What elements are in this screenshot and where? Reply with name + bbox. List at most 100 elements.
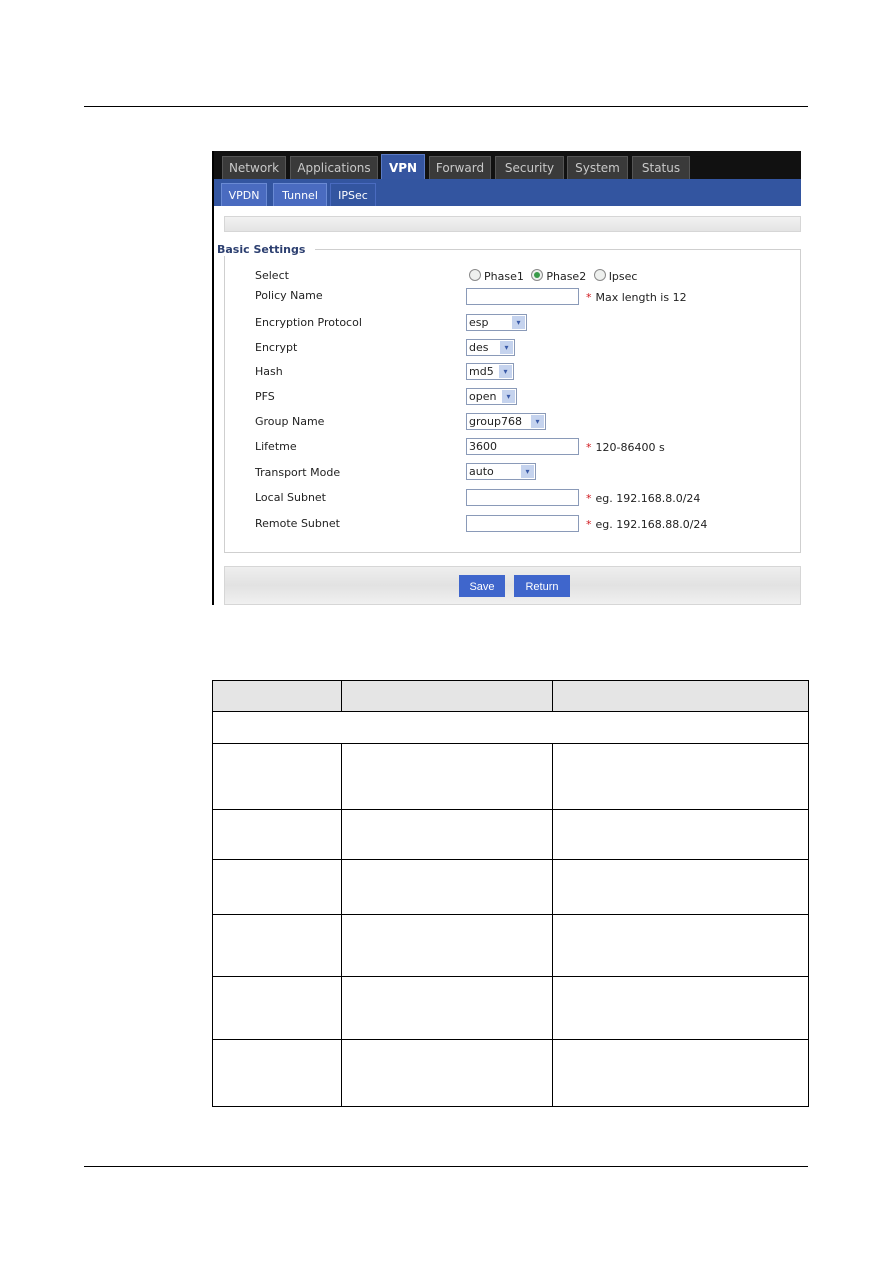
table-header-row	[212, 680, 809, 712]
sub-nav-bar: VPDN Tunnel IPSec	[214, 179, 801, 206]
table-cell	[552, 976, 809, 1040]
chevron-down-icon: ▾	[502, 390, 515, 403]
group-name-select[interactable]: group768 ▾	[466, 413, 546, 430]
table-cell	[212, 743, 342, 810]
table-cell	[552, 1039, 809, 1107]
lifetime-hint: * 120-86400 s	[586, 441, 665, 454]
table-section-row	[212, 711, 809, 744]
table-header-cell	[552, 680, 809, 712]
table-row	[212, 859, 809, 915]
return-button[interactable]: Return	[514, 575, 570, 597]
table-cell	[340, 809, 554, 860]
subtab-ipsec[interactable]: IPSec	[330, 183, 376, 206]
chevron-down-icon: ▾	[531, 415, 544, 428]
table-section-cell	[212, 711, 809, 744]
local-subnet-hint-text: eg. 192.168.8.0/24	[595, 492, 701, 505]
encryption-protocol-label: Encryption Protocol	[255, 316, 362, 329]
encrypt-value: des	[469, 341, 489, 354]
tab-forward[interactable]: Forward	[429, 156, 491, 179]
table-cell	[212, 914, 342, 977]
required-mark: *	[586, 518, 592, 531]
pfs-label: PFS	[255, 390, 275, 403]
required-mark: *	[586, 441, 592, 454]
table-cell	[212, 976, 342, 1040]
hash-select[interactable]: md5 ▾	[466, 363, 514, 380]
pfs-value: open	[469, 390, 497, 403]
table-row	[212, 809, 809, 860]
encryption-protocol-value: esp	[469, 316, 489, 329]
transport-mode-select[interactable]: auto ▾	[466, 463, 536, 480]
chevron-down-icon: ▾	[521, 465, 534, 478]
radio-phase2-label: Phase2	[546, 270, 587, 283]
radio-ipsec[interactable]	[593, 269, 606, 281]
hash-value: md5	[469, 365, 494, 378]
header-rule	[84, 106, 808, 107]
tab-vpn[interactable]: VPN	[381, 154, 425, 180]
tab-status[interactable]: Status	[632, 156, 690, 179]
subtab-tunnel[interactable]: Tunnel	[273, 183, 327, 206]
pfs-select[interactable]: open ▾	[466, 388, 517, 405]
encryption-protocol-select[interactable]: esp ▾	[466, 314, 527, 331]
table-cell	[340, 859, 554, 915]
table-row	[212, 743, 809, 810]
policy-name-label: Policy Name	[255, 289, 323, 302]
local-subnet-input[interactable]	[466, 489, 579, 506]
button-bar: Save Return	[224, 566, 801, 605]
transport-mode-label: Transport Mode	[255, 466, 341, 479]
policy-name-hint: * Max length is 12	[586, 291, 687, 304]
local-subnet-label: Local Subnet	[255, 491, 326, 504]
table-row	[212, 976, 809, 1040]
table-row	[212, 914, 809, 977]
table-header-cell	[340, 680, 554, 712]
table-cell	[552, 809, 809, 860]
footer-rule	[84, 1166, 808, 1167]
lifetime-input[interactable]: 3600	[466, 438, 579, 455]
section-title: Basic Settings	[217, 243, 316, 256]
local-subnet-hint: * eg. 192.168.8.0/24	[586, 492, 700, 505]
table-header-cell	[212, 680, 342, 712]
tab-security[interactable]: Security	[495, 156, 564, 179]
remote-subnet-label: Remote Subnet	[255, 517, 340, 530]
table-cell	[212, 859, 342, 915]
table-cell	[552, 914, 809, 977]
remote-subnet-hint-text: eg. 192.168.88.0/24	[595, 518, 708, 531]
table-cell	[340, 743, 554, 810]
tab-applications[interactable]: Applications	[290, 156, 378, 179]
radio-ipsec-label: Ipsec	[608, 270, 638, 283]
policy-name-hint-text: Max length is 12	[595, 291, 687, 304]
remote-subnet-hint: * eg. 192.168.88.0/24	[586, 518, 707, 531]
table-cell	[340, 1039, 554, 1107]
tab-network[interactable]: Network	[222, 156, 286, 179]
hash-label: Hash	[255, 365, 283, 378]
radio-phase2[interactable]	[531, 269, 544, 281]
select-label: Select	[255, 269, 289, 282]
policy-name-input[interactable]	[466, 288, 579, 305]
save-button[interactable]: Save	[459, 575, 505, 597]
phase-radio-group: Phase1 Phase2 Ipsec	[469, 269, 641, 283]
chevron-down-icon: ▾	[500, 341, 513, 354]
tab-system[interactable]: System	[567, 156, 628, 179]
table-row	[212, 1039, 809, 1107]
lifetime-hint-text: 120-86400 s	[595, 441, 665, 454]
parameter-table	[212, 680, 809, 1107]
chevron-down-icon: ▾	[499, 365, 512, 378]
remote-subnet-input[interactable]	[466, 515, 579, 532]
chevron-down-icon: ▾	[512, 316, 525, 329]
table-cell	[552, 859, 809, 915]
required-mark: *	[586, 291, 592, 304]
table-cell	[340, 976, 554, 1040]
table-cell	[212, 809, 342, 860]
subtab-vpdn[interactable]: VPDN	[221, 183, 267, 206]
table-cell	[212, 1039, 342, 1107]
encrypt-label: Encrypt	[255, 341, 298, 354]
table-cell	[552, 743, 809, 810]
main-nav-bar: Network Applications VPN Forward Securit…	[214, 151, 801, 180]
group-name-label: Group Name	[255, 415, 325, 428]
required-mark: *	[586, 492, 592, 505]
lifetime-label: Lifetme	[255, 440, 297, 453]
router-web-ui-screenshot: Network Applications VPN Forward Securit…	[212, 151, 801, 605]
transport-mode-value: auto	[469, 465, 494, 478]
encrypt-select[interactable]: des ▾	[466, 339, 515, 356]
radio-phase1-label: Phase1	[484, 270, 524, 283]
radio-phase1[interactable]	[469, 269, 481, 281]
